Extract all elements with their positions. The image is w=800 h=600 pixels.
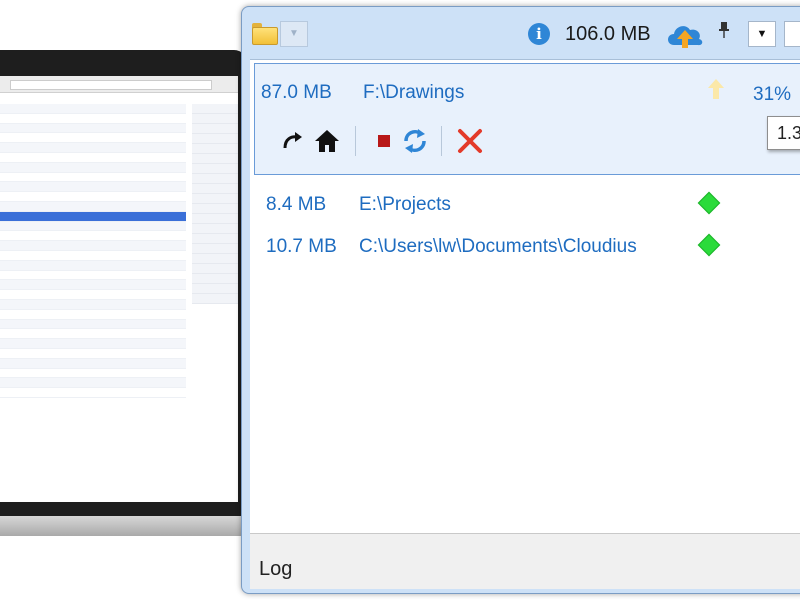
job-row-selected[interactable]: 87.0 MB F:\Drawings 31% 1.3 bbox=[254, 63, 800, 175]
job-size: 8.4 MB bbox=[266, 194, 327, 215]
laptop-base bbox=[0, 516, 280, 536]
pin-icon[interactable] bbox=[718, 21, 730, 42]
app-window: ▼ i 106.0 MB ▼ 87.0 MB F:\Drawings 31% 1… bbox=[241, 6, 800, 594]
tooltip: 1.3 bbox=[767, 116, 800, 150]
folder-dropdown-button[interactable]: ▼ bbox=[280, 21, 308, 47]
job-size: 87.0 MB bbox=[261, 82, 332, 103]
window-control-button[interactable] bbox=[784, 21, 800, 47]
folder-icon[interactable] bbox=[252, 21, 278, 45]
background-laptop bbox=[0, 50, 280, 550]
green-diamond-icon bbox=[697, 233, 721, 257]
laptop-screen bbox=[0, 76, 238, 502]
log-label: Log bbox=[259, 558, 293, 580]
log-bar[interactable]: Log bbox=[250, 533, 800, 589]
progress-percent: 31% bbox=[753, 84, 792, 105]
sync-icon[interactable] bbox=[399, 124, 431, 158]
job-list: 87.0 MB F:\Drawings 31% 1.3 8.4 MB E:\Pr… bbox=[250, 59, 800, 533]
job-path[interactable]: C:\Users\lw\Documents\Cloudius bbox=[359, 236, 637, 258]
job-path[interactable]: E:\Projects bbox=[359, 194, 451, 216]
laptop-lid bbox=[0, 50, 248, 520]
home-icon[interactable] bbox=[311, 124, 343, 158]
total-size: 106.0 MB bbox=[565, 23, 651, 45]
laptop-file-list bbox=[0, 104, 186, 502]
laptop-url-bar bbox=[0, 76, 238, 93]
info-icon[interactable]: i bbox=[528, 23, 550, 45]
laptop-address-field bbox=[10, 80, 212, 90]
laptop-side-list bbox=[192, 104, 238, 404]
toolbar-separator bbox=[441, 126, 442, 156]
title-bar: ▼ i 106.0 MB ▼ bbox=[242, 7, 800, 59]
toolbar-separator bbox=[355, 126, 356, 156]
menu-dropdown-button[interactable]: ▼ bbox=[748, 21, 776, 47]
job-path: F:\Drawings bbox=[363, 82, 465, 103]
cancel-icon[interactable] bbox=[453, 124, 487, 158]
green-diamond-icon bbox=[697, 191, 721, 215]
cloud-upload-icon[interactable] bbox=[664, 19, 706, 51]
job-size: 10.7 MB bbox=[266, 236, 337, 257]
stop-icon[interactable] bbox=[373, 124, 395, 158]
redo-arrow-icon[interactable] bbox=[277, 124, 307, 158]
upload-arrow-icon bbox=[708, 79, 724, 99]
